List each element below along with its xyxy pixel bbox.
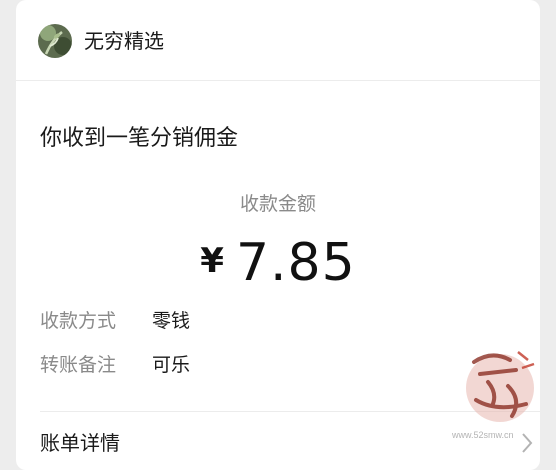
brand-avatar [38, 24, 72, 58]
watermark-logo: www.52smw.cn [451, 342, 552, 442]
payment-method-value: 零钱 [152, 310, 191, 332]
bill-details-link[interactable]: 账单详情 [40, 429, 120, 457]
amount-label: 收款金额 [239, 193, 316, 215]
transfer-note-value: 可乐 [152, 354, 191, 376]
plant-avatar-icon [38, 24, 72, 58]
payment-method-label: 收款方式 [40, 310, 117, 332]
transfer-note-label: 转账备注 [40, 354, 117, 376]
amount-display: ¥7.85 [16, 228, 540, 298]
brand-name: 无穷精选 [84, 29, 164, 53]
message-title: 你收到一笔分销佣金 [40, 126, 239, 151]
notification-header[interactable]: 无穷精选 [16, 0, 540, 81]
amount-value: 7.85 [235, 233, 356, 293]
currency-symbol: ¥ [200, 241, 224, 281]
watermark-url: www.52smw.cn [452, 430, 514, 440]
watermark-seal-icon: www.52smw.cn [451, 351, 535, 440]
